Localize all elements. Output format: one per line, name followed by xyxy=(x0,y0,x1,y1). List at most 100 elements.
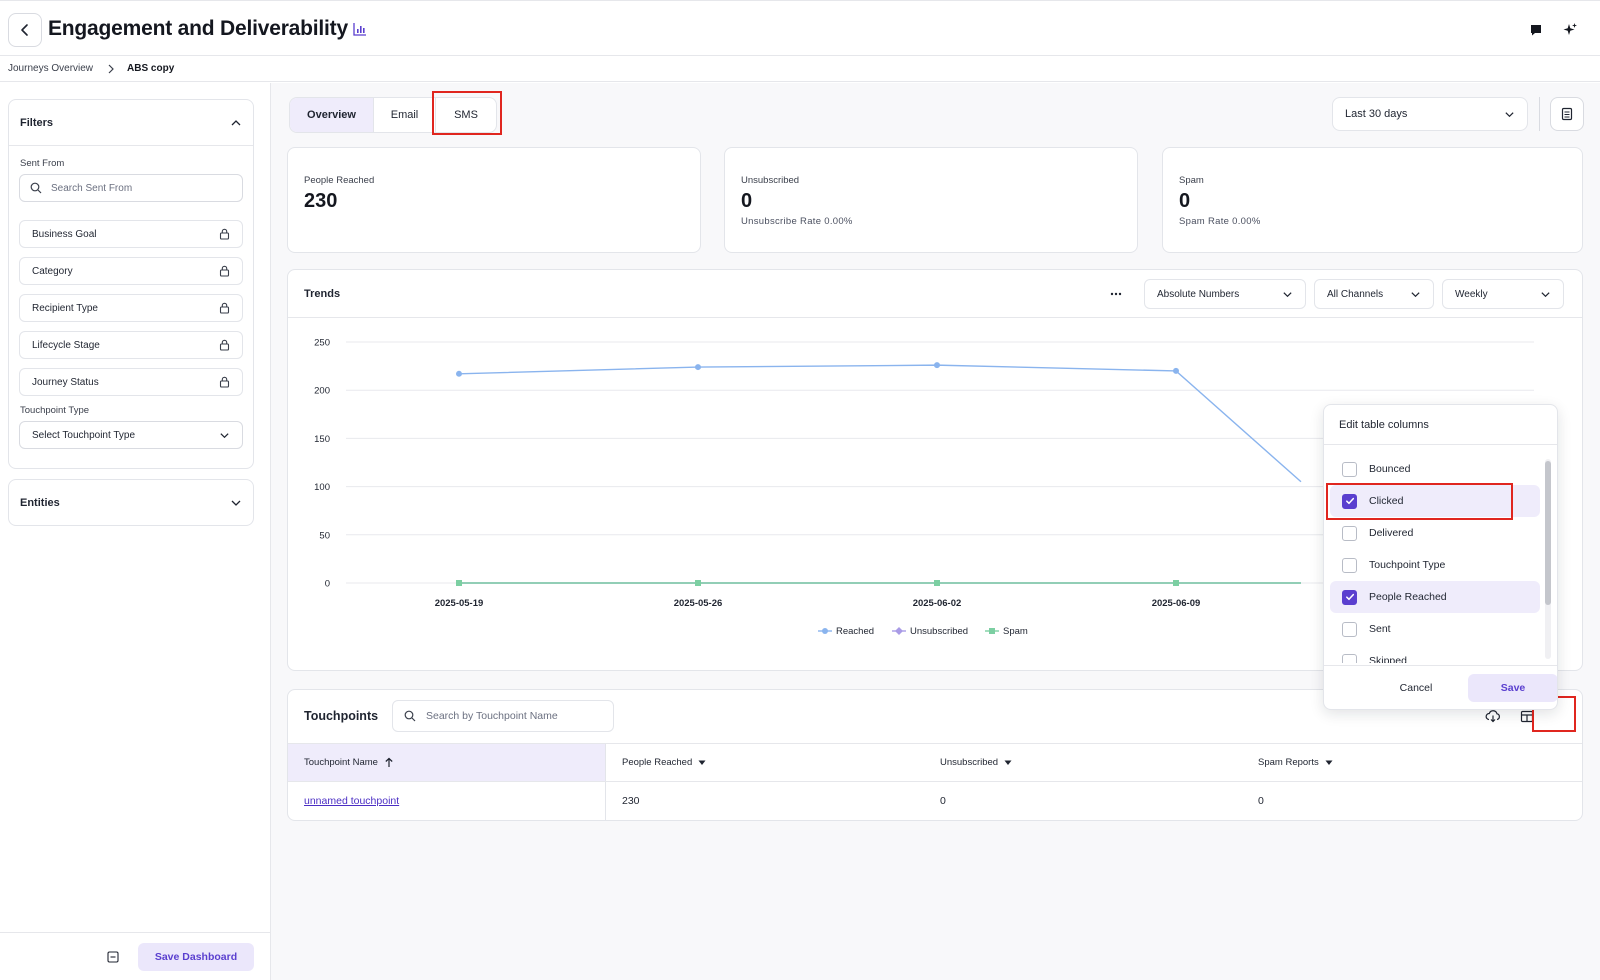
save-button[interactable]: Save xyxy=(1468,674,1557,702)
data-point[interactable] xyxy=(695,364,701,371)
x-tick-label: 2025-05-26 xyxy=(674,598,723,609)
legend-marker xyxy=(989,628,995,634)
chevron-down-icon xyxy=(1505,111,1514,117)
data-point[interactable] xyxy=(1173,580,1179,586)
edit-columns-popover: Edit table columns Bounced Clicked Deliver… xyxy=(1323,404,1558,710)
data-point[interactable] xyxy=(934,362,940,369)
checkbox[interactable] xyxy=(1342,525,1357,541)
checkbox[interactable] xyxy=(1342,461,1357,477)
metric-select[interactable]: Absolute Numbers xyxy=(1144,279,1306,309)
comment-icon[interactable] xyxy=(1527,21,1545,39)
channel-tabs: Overview Email SMS xyxy=(289,97,497,133)
series-line-reached xyxy=(458,364,1302,483)
entities-title: Entities xyxy=(20,496,60,509)
stat-label: People Reached xyxy=(304,175,375,186)
chevron-down-icon[interactable] xyxy=(230,497,242,509)
tab-sms[interactable]: SMS xyxy=(436,98,496,132)
scrollbar-thumb[interactable] xyxy=(1545,461,1551,605)
trends-header: Trends Absolute Numbers All Channels Wee… xyxy=(288,270,1582,318)
tab-overview[interactable]: Overview xyxy=(290,98,374,132)
column-option-delivered[interactable]: Delivered xyxy=(1330,517,1540,549)
check-icon xyxy=(1345,593,1354,601)
cell-unsubscribed: 0 xyxy=(940,795,946,807)
filter-lifecycle-stage[interactable]: Lifecycle Stage xyxy=(19,331,243,359)
column-option-people-reached[interactable]: People Reached xyxy=(1330,581,1540,613)
filter-category[interactable]: Category xyxy=(19,257,243,285)
column-header-touchpoint-name[interactable]: Touchpoint Name xyxy=(288,744,606,781)
stat-value: 230 xyxy=(304,190,338,212)
data-point[interactable] xyxy=(456,580,462,586)
filter-label: Recipient Type xyxy=(32,302,98,314)
data-point[interactable] xyxy=(695,580,701,586)
search-icon xyxy=(404,710,416,722)
y-tick-label: 100 xyxy=(314,482,330,493)
bar-chart-icon[interactable] xyxy=(352,21,368,42)
column-option-skipped[interactable]: Skipped xyxy=(1330,645,1540,663)
filter-recipient-type[interactable]: Recipient Type xyxy=(19,294,243,322)
legend-marker xyxy=(895,627,903,635)
report-button[interactable] xyxy=(1550,97,1584,131)
search-icon xyxy=(30,182,42,194)
filters-header[interactable]: Filters xyxy=(9,100,253,146)
touchpoint-link[interactable]: unnamed touchpoint xyxy=(304,795,399,807)
popover-footer: Cancel Save xyxy=(1324,665,1557,709)
column-option-label: Touchpoint Type xyxy=(1369,559,1446,571)
chevron-up-icon[interactable] xyxy=(230,117,242,129)
chevron-down-icon xyxy=(1541,291,1550,297)
filter-label: Lifecycle Stage xyxy=(32,339,100,351)
column-option-label: Clicked xyxy=(1369,495,1404,507)
filter-journey-status[interactable]: Journey Status xyxy=(19,368,243,396)
table-header: Touchpoint Name People Reached Unsubscri… xyxy=(288,743,1582,782)
sent-from-search-input[interactable]: Search Sent From xyxy=(19,174,243,202)
sparkle-icon[interactable] xyxy=(1561,21,1579,39)
filters-title: Filters xyxy=(20,116,54,129)
entities-card[interactable]: Entities xyxy=(8,479,254,526)
checkbox[interactable] xyxy=(1342,557,1357,573)
chevron-right-icon xyxy=(107,64,115,74)
stat-subtext: Spam Rate 0.00% xyxy=(1179,216,1261,227)
y-tick-label: 50 xyxy=(319,530,330,541)
x-tick-label: 2025-05-19 xyxy=(435,598,484,609)
column-header-spam-reports[interactable]: Spam Reports xyxy=(1242,744,1582,781)
sort-ascending-icon xyxy=(385,757,393,767)
checkbox[interactable] xyxy=(1342,589,1357,605)
touchpoint-search-input[interactable]: Search by Touchpoint Name xyxy=(392,700,614,732)
lock-icon xyxy=(219,376,230,388)
save-dashboard-button[interactable]: Save Dashboard xyxy=(138,943,254,971)
back-button[interactable] xyxy=(8,13,42,47)
breadcrumb-journeys-overview[interactable]: Journeys Overview xyxy=(8,63,93,74)
legend-label[interactable]: Unsubscribed xyxy=(910,626,968,637)
cancel-button[interactable]: Cancel xyxy=(1376,674,1456,702)
filter-business-goal[interactable]: Business Goal xyxy=(19,220,243,248)
column-header-people-reached[interactable]: People Reached xyxy=(606,744,924,781)
checkbox[interactable] xyxy=(1342,493,1357,509)
checkbox[interactable] xyxy=(1342,653,1357,663)
column-option-clicked[interactable]: Clicked xyxy=(1330,485,1540,517)
collapse-sidebar-icon[interactable] xyxy=(107,950,119,968)
y-tick-label: 150 xyxy=(314,434,330,445)
column-option-sent[interactable]: Sent xyxy=(1330,613,1540,645)
date-range-select[interactable]: Last 30 days xyxy=(1332,97,1528,131)
legend-label[interactable]: Spam xyxy=(1003,626,1028,637)
column-option-bounced[interactable]: Bounced xyxy=(1330,453,1540,485)
data-point[interactable] xyxy=(934,580,940,586)
touchpoint-type-select[interactable]: Select Touchpoint Type xyxy=(19,421,243,449)
column-header-unsubscribed[interactable]: Unsubscribed xyxy=(924,744,1242,781)
data-point[interactable] xyxy=(1173,367,1179,374)
more-options-icon[interactable] xyxy=(1106,284,1126,304)
tab-email[interactable]: Email xyxy=(374,98,436,132)
chevron-down-icon xyxy=(220,432,229,438)
interval-select[interactable]: Weekly xyxy=(1442,279,1564,309)
sidebar-footer: Save Dashboard xyxy=(0,932,271,980)
stat-value: 0 xyxy=(1179,190,1191,212)
columns-list[interactable]: Bounced Clicked Delivered Touchpoint Type Pe… xyxy=(1324,453,1546,663)
channel-select[interactable]: All Channels xyxy=(1314,279,1434,309)
checkbox[interactable] xyxy=(1342,621,1357,637)
lock-icon xyxy=(219,302,230,314)
chevron-left-icon xyxy=(21,24,28,36)
y-tick-label: 200 xyxy=(314,386,330,397)
chevron-down-icon xyxy=(1411,291,1420,297)
column-option-touchpoint-type[interactable]: Touchpoint Type xyxy=(1330,549,1540,581)
legend-label[interactable]: Reached xyxy=(836,626,874,637)
data-point[interactable] xyxy=(456,370,462,377)
